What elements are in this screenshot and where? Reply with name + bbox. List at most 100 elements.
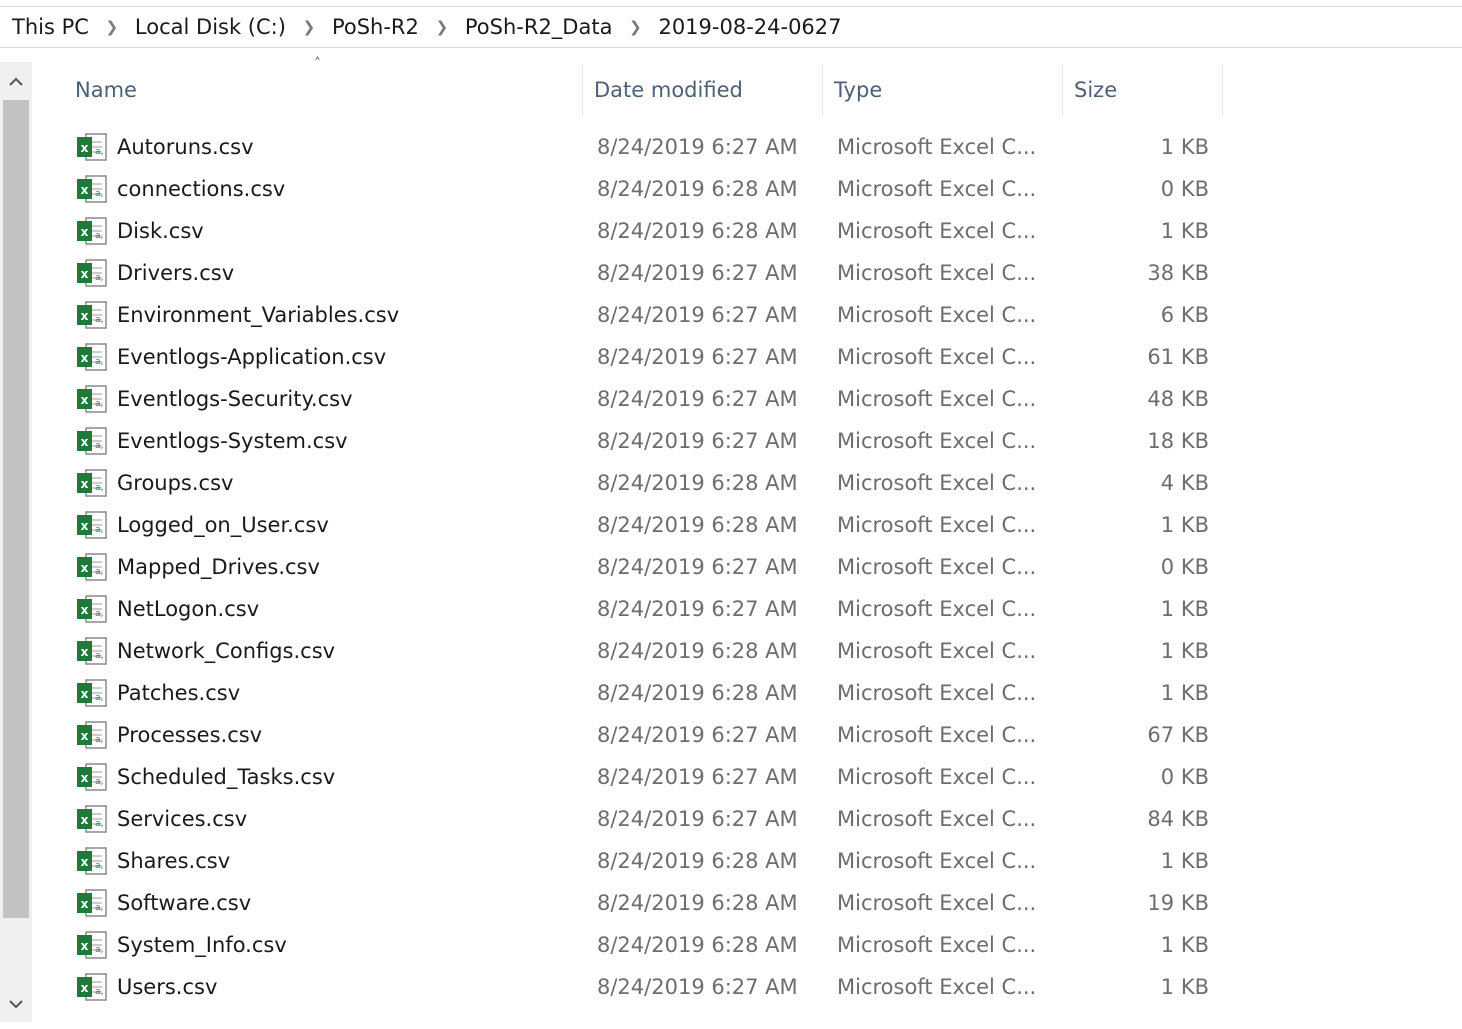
file-date-modified: 8/24/2019 6:28 AM (597, 177, 798, 201)
chevron-right-icon[interactable]: ❯ (89, 18, 135, 36)
file-row[interactable]: a, x Eventlogs-Application.csv 8/24/2019 6:… (64, 336, 1224, 378)
file-row[interactable]: a, x Software.csv 8/24/2019 6:28 AM Microsof… (64, 882, 1224, 924)
file-row[interactable]: a, x Scheduled_Tasks.csv 8/24/2019 6:27 AM M… (64, 756, 1224, 798)
file-name: Disk.csv (117, 219, 204, 243)
sort-ascending-icon: ˄ (314, 56, 321, 72)
file-size: 0 KB (1160, 555, 1209, 579)
file-name: Groups.csv (117, 471, 234, 495)
scroll-down-button[interactable] (0, 986, 32, 1022)
file-row[interactable]: a, x System_Info.csv 8/24/2019 6:28 AM Micro… (64, 924, 1224, 966)
file-row[interactable]: a, x Users.csv 8/24/2019 6:27 AM Microsoft E… (64, 966, 1224, 1008)
file-row[interactable]: a, x Autoruns.csv 8/24/2019 6:27 AM Microsof… (64, 126, 1224, 168)
file-size: 0 KB (1160, 177, 1209, 201)
file-name-cell[interactable]: a, x Groups.csv (75, 462, 575, 504)
column-header-size[interactable]: Size (1063, 64, 1223, 116)
file-name: Eventlogs-Security.csv (117, 387, 353, 411)
chevron-right-icon[interactable]: ❯ (419, 18, 465, 36)
excel-csv-icon: a, x (75, 299, 109, 331)
file-name-cell[interactable]: a, x Patches.csv (75, 672, 575, 714)
file-name-cell[interactable]: a, x Network_Configs.csv (75, 630, 575, 672)
excel-csv-icon: a, x (75, 887, 109, 919)
file-name-cell[interactable]: a, x Mapped_Drives.csv (75, 546, 575, 588)
file-row[interactable]: a, x Services.csv 8/24/2019 6:27 AM Microsof… (64, 798, 1224, 840)
breadcrumb-item-this-pc[interactable]: This PC (12, 15, 89, 39)
file-name-cell[interactable]: a, x Software.csv (75, 882, 575, 924)
file-row[interactable]: a, x Mapped_Drives.csv 8/24/2019 6:27 AM Mic… (64, 546, 1224, 588)
svg-text:a,: a, (95, 735, 103, 745)
svg-text:a,: a, (95, 903, 103, 913)
svg-text:x: x (81, 855, 89, 869)
vertical-scrollbar[interactable] (0, 62, 32, 1022)
file-row[interactable]: a, x Environment_Variables.csv 8/24/2019 6:… (64, 294, 1224, 336)
file-row[interactable]: a, x Shares.csv 8/24/2019 6:28 AM Microsoft … (64, 840, 1224, 882)
svg-text:x: x (81, 813, 89, 827)
file-row[interactable]: a, x Network_Configs.csv 8/24/2019 6:28 AM M… (64, 630, 1224, 672)
column-header-type[interactable]: Type (823, 64, 1063, 116)
scroll-up-button[interactable] (0, 64, 32, 100)
svg-text:a,: a, (95, 483, 103, 493)
file-name-cell[interactable]: a, x Drivers.csv (75, 252, 575, 294)
file-name-cell[interactable]: a, x Logged_on_User.csv (75, 504, 575, 546)
scrollbar-thumb[interactable] (3, 100, 29, 918)
file-name: Users.csv (117, 975, 218, 999)
file-row[interactable]: a, x connections.csv 8/24/2019 6:28 AM Micro… (64, 168, 1224, 210)
file-name: connections.csv (117, 177, 286, 201)
file-name-cell[interactable]: a, x Environment_Variables.csv (75, 294, 575, 336)
file-name-cell[interactable]: a, x NetLogon.csv (75, 588, 575, 630)
file-date-modified: 8/24/2019 6:28 AM (597, 471, 798, 495)
file-size: 1 KB (1160, 219, 1209, 243)
file-row[interactable]: a, x Eventlogs-System.csv 8/24/2019 6:27 AM… (64, 420, 1224, 462)
file-name-cell[interactable]: a, x System_Info.csv (75, 924, 575, 966)
file-type: Microsoft Excel C... (837, 471, 1037, 495)
breadcrumb-item-current-folder[interactable]: 2019-08-24-0627 (658, 15, 841, 39)
svg-text:x: x (81, 771, 89, 785)
file-name-cell[interactable]: a, x connections.csv (75, 168, 575, 210)
file-name-cell[interactable]: a, x Eventlogs-System.csv (75, 420, 575, 462)
excel-csv-icon: a, x (75, 173, 109, 205)
column-header-type-label: Type (834, 78, 883, 102)
file-date-modified: 8/24/2019 6:27 AM (597, 303, 798, 327)
svg-text:x: x (81, 267, 89, 281)
file-name-cell[interactable]: a, x Services.csv (75, 798, 575, 840)
excel-csv-icon: a, x (75, 131, 109, 163)
file-name-cell[interactable]: a, x Eventlogs-Application.csv (75, 336, 575, 378)
excel-csv-icon: a, x (75, 761, 109, 793)
file-type: Microsoft Excel C... (837, 135, 1037, 159)
excel-csv-icon: a, x (75, 341, 109, 373)
file-name-cell[interactable]: a, x Scheduled_Tasks.csv (75, 756, 575, 798)
chevron-right-icon[interactable]: ❯ (286, 18, 332, 36)
excel-csv-icon: a, x (75, 929, 109, 961)
file-row[interactable]: a, x Drivers.csv 8/24/2019 6:27 AM Microsoft… (64, 252, 1224, 294)
svg-text:a,: a, (95, 567, 103, 577)
file-name-cell[interactable]: a, x Shares.csv (75, 840, 575, 882)
file-name-cell[interactable]: a, x Autoruns.csv (75, 126, 575, 168)
file-size: 6 KB (1160, 303, 1209, 327)
file-name-cell[interactable]: a, x Disk.csv (75, 210, 575, 252)
file-row[interactable]: a, x Logged_on_User.csv 8/24/2019 6:28 AM Mi… (64, 504, 1224, 546)
file-name: Eventlogs-Application.csv (117, 345, 387, 369)
file-date-modified: 8/24/2019 6:28 AM (597, 219, 798, 243)
file-type: Microsoft Excel C... (837, 639, 1037, 663)
file-name-cell[interactable]: a, x Eventlogs-Security.csv (75, 378, 575, 420)
file-name-cell[interactable]: a, x Processes.csv (75, 714, 575, 756)
column-header-name[interactable]: ˄ Name (64, 56, 583, 116)
file-date-modified: 8/24/2019 6:27 AM (597, 555, 798, 579)
breadcrumb-item-posh-r2[interactable]: PoSh-R2 (332, 15, 419, 39)
file-size: 1 KB (1160, 597, 1209, 621)
file-row[interactable]: a, x Processes.csv 8/24/2019 6:27 AM Microso… (64, 714, 1224, 756)
chevron-right-icon[interactable]: ❯ (612, 18, 658, 36)
file-row[interactable]: a, x Disk.csv 8/24/2019 6:28 AM Microsoft Ex… (64, 210, 1224, 252)
column-header-date-modified[interactable]: Date modified (583, 64, 823, 116)
breadcrumb-item-posh-r2-data[interactable]: PoSh-R2_Data (465, 15, 613, 39)
file-type: Microsoft Excel C... (837, 765, 1037, 789)
file-row[interactable]: a, x Groups.csv 8/24/2019 6:28 AM Microsoft … (64, 462, 1224, 504)
file-date-modified: 8/24/2019 6:27 AM (597, 723, 798, 747)
breadcrumb-item-local-disk[interactable]: Local Disk (C:) (135, 15, 286, 39)
file-type: Microsoft Excel C... (837, 975, 1037, 999)
excel-csv-icon: a, x (75, 425, 109, 457)
file-name-cell[interactable]: a, x Users.csv (75, 966, 575, 1008)
svg-text:a,: a, (95, 945, 103, 955)
file-row[interactable]: a, x NetLogon.csv 8/24/2019 6:27 AM Microsof… (64, 588, 1224, 630)
file-row[interactable]: a, x Patches.csv 8/24/2019 6:28 AM Microsoft… (64, 672, 1224, 714)
file-row[interactable]: a, x Eventlogs-Security.csv 8/24/2019 6:27 … (64, 378, 1224, 420)
